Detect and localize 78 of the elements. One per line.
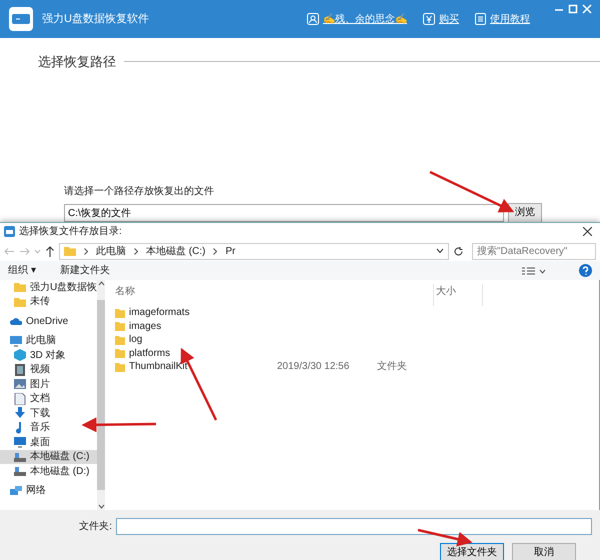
sidebar-item[interactable]: 此电脑 (0, 334, 97, 348)
scroll-up-icon[interactable] (98, 280, 104, 286)
cube-icon (14, 349, 26, 362)
maximize-icon[interactable] (568, 4, 578, 14)
sidebar-item[interactable]: 桌面 (0, 435, 97, 450)
view-options-icon[interactable] (521, 266, 547, 276)
sidebar-item[interactable]: 3D 对象 (0, 348, 97, 362)
user-link[interactable]: ✍残、余的思念✍ (307, 12, 407, 26)
drive-icon (14, 450, 26, 463)
folder-icon (14, 296, 26, 308)
buy-link[interactable]: 购买 (423, 12, 459, 26)
image-icon (14, 378, 26, 390)
file-name[interactable]: ThumbnailKit (115, 359, 277, 374)
chevron-icon (134, 248, 138, 255)
file-name[interactable]: images (115, 318, 277, 334)
folder-icon (64, 246, 76, 256)
dropdown-icon[interactable] (436, 248, 444, 254)
sidebar-item[interactable]: 文档 (0, 392, 97, 406)
app-logo-icon (8, 6, 34, 32)
pc-icon (10, 334, 22, 347)
up-icon[interactable] (45, 246, 55, 257)
chevron-icon (213, 248, 218, 255)
sidebar-item[interactable]: 网络 (0, 484, 97, 498)
new-folder-button[interactable]: 新建文件夹 (60, 263, 110, 278)
doc-icon (14, 392, 26, 405)
file-type: 文件夹 (377, 360, 407, 374)
folder-icon (115, 308, 125, 318)
section-title: 选择恢复路径 (38, 53, 116, 71)
select-folder-button[interactable]: 选择文件夹 (440, 543, 504, 560)
sidebar-item[interactable]: OneDrive (0, 314, 97, 328)
folder-field[interactable] (116, 518, 592, 535)
chevron-icon (84, 248, 88, 255)
file-name[interactable]: log (115, 332, 277, 348)
film-icon (14, 364, 26, 376)
browse-button[interactable]: 浏览 (508, 202, 542, 222)
search-field[interactable]: 搜索"DataRecovery" (472, 242, 596, 260)
drive-icon (14, 465, 26, 478)
file-name[interactable]: platforms (115, 346, 277, 361)
close-icon[interactable] (583, 227, 592, 236)
sidebar-item[interactable]: 本地磁盘 (C:) (0, 450, 97, 464)
folder-icon (115, 321, 125, 332)
file-name[interactable]: imageformats (115, 305, 277, 320)
cancel-button[interactable]: 取消 (512, 543, 576, 560)
help-icon[interactable] (579, 264, 592, 278)
path-label: 请选择一个路径存放恢复出的文件 (64, 184, 215, 198)
scroll-down-icon[interactable] (98, 504, 104, 510)
sidebar-item[interactable]: 图片 (0, 377, 97, 392)
annotation-arrow (418, 528, 472, 546)
folder-label: 文件夹: (79, 520, 112, 534)
user-icon (307, 13, 319, 25)
folder-icon (115, 348, 125, 358)
sidebar-item[interactable]: 音乐 (0, 420, 97, 435)
folder-icon (115, 362, 125, 372)
sidebar-item[interactable]: 下载 (0, 406, 97, 420)
network-icon (10, 484, 22, 497)
app-title: 强力U盘数据恢复软件 (42, 12, 149, 27)
folder-icon (115, 334, 125, 345)
desktop-icon (14, 436, 26, 448)
yen-icon (423, 13, 435, 25)
download-icon (14, 407, 26, 420)
document-icon (475, 13, 486, 25)
tutorial-link[interactable]: 使用教程 (475, 12, 530, 26)
file-date: 2019/3/30 12:56 (277, 360, 350, 374)
organize-menu[interactable]: 组织 ▾ (8, 263, 36, 278)
address-bar[interactable]: 此电脑 本地磁盘 (C:) Pr (59, 242, 449, 260)
column-header[interactable]: 名称 (115, 284, 433, 306)
sidebar-item[interactable]: 本地磁盘 (D:) (0, 464, 97, 478)
sidebar-item[interactable]: 视频 (0, 362, 97, 377)
folder-icon (14, 281, 26, 294)
cloud-icon (10, 315, 22, 328)
scrollbar-thumb[interactable] (97, 300, 105, 490)
sidebar-item[interactable]: 未传 (0, 294, 97, 309)
dialog-title: 选择恢复文件存放目录: (19, 224, 122, 240)
app-icon (4, 226, 15, 238)
refresh-icon[interactable] (453, 246, 464, 257)
sidebar-item[interactable]: 强力U盘数据恢 (0, 280, 97, 294)
column-header[interactable]: 大小 (433, 284, 483, 306)
path-field[interactable]: C:\恢复的文件 (64, 204, 504, 222)
